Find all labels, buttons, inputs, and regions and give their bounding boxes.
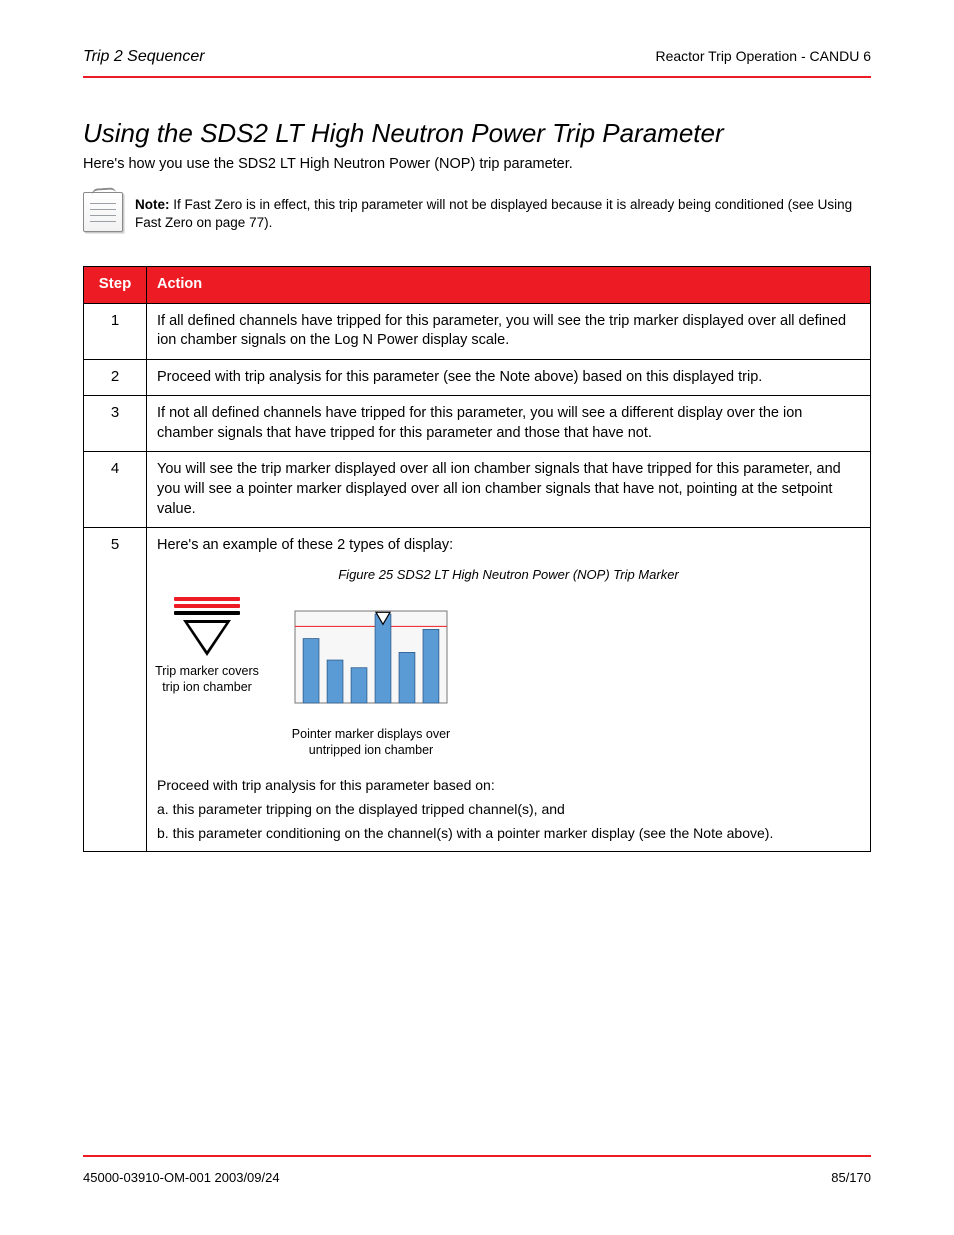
- table-row: 4 You will see the trip marker displayed…: [84, 451, 870, 527]
- trip-marker-bar-black: [174, 611, 240, 615]
- table-header-row: Step Action: [84, 267, 870, 303]
- trip-marker-bar-red: [174, 597, 240, 601]
- table-row: 1 If all defined channels have tripped f…: [84, 303, 870, 359]
- step-number: 4: [84, 452, 147, 527]
- col-header-action: Action: [147, 267, 870, 303]
- footer-docid: 45000-03910-OM-001 2003/09/24: [83, 1170, 280, 1185]
- step-number: 2: [84, 360, 147, 396]
- header-rule: [83, 76, 871, 78]
- note-body: If Fast Zero is in effect, this trip par…: [135, 197, 852, 230]
- tail-a: a. this parameter tripping on the displa…: [157, 800, 860, 820]
- trip-marker-graphic: Trip marker covers trip ion chamber: [161, 597, 253, 695]
- col-header-step: Step: [84, 267, 147, 303]
- tail-b: b. this parameter conditioning on the ch…: [157, 824, 860, 844]
- note-text: Note: If Fast Zero is in effect, this tr…: [135, 192, 871, 232]
- pointer-marker-chart: Pointer marker displays over untripped i…: [281, 597, 461, 758]
- step-action: Here's an example of these 2 types of di…: [147, 528, 870, 851]
- header-right-title: Reactor Trip Operation - CANDU 6: [655, 48, 871, 64]
- trip-marker-bar-red: [174, 604, 240, 608]
- triangle-down-icon: [183, 620, 231, 656]
- step-action: If not all defined channels have tripped…: [147, 396, 870, 451]
- figure: Trip marker covers trip ion chamber Poin…: [157, 593, 860, 766]
- figure-title: Figure 25 SDS2 LT High Neutron Power (NO…: [157, 566, 860, 584]
- notepad-icon: [83, 192, 123, 232]
- bar-chart-icon: [281, 597, 461, 717]
- step-number: 1: [84, 304, 147, 359]
- step-action: If all defined channels have tripped for…: [147, 304, 870, 359]
- step-number: 5: [84, 528, 147, 851]
- step-action: Proceed with trip analysis for this para…: [147, 360, 870, 396]
- section-title: Using the SDS2 LT High Neutron Power Tri…: [83, 118, 724, 149]
- chart-caption: Pointer marker displays over untripped i…: [281, 727, 461, 758]
- note-bold: Note:: [135, 197, 170, 212]
- table-row: 5 Here's an example of these 2 types of …: [84, 527, 870, 851]
- section-intro: Here's how you use the SDS2 LT High Neut…: [83, 155, 871, 175]
- footer-page-number: 85/170: [831, 1170, 871, 1185]
- table-row: 3 If not all defined channels have tripp…: [84, 395, 870, 451]
- step5-tail: Proceed with trip analysis for this para…: [157, 776, 860, 843]
- step5-intro: Here's an example of these 2 types of di…: [157, 536, 860, 556]
- header-left-title: Trip 2 Sequencer: [83, 48, 205, 66]
- footer-rule: [83, 1155, 871, 1157]
- procedure-table: Step Action 1 If all defined channels ha…: [83, 266, 871, 852]
- table-row: 2 Proceed with trip analysis for this pa…: [84, 359, 870, 396]
- step-number: 3: [84, 396, 147, 451]
- step-action: You will see the trip marker displayed o…: [147, 452, 870, 527]
- note-row: Note: If Fast Zero is in effect, this tr…: [83, 192, 871, 232]
- marker-caption: Trip marker covers trip ion chamber: [152, 664, 262, 695]
- tail-lead: Proceed with trip analysis for this para…: [157, 777, 495, 793]
